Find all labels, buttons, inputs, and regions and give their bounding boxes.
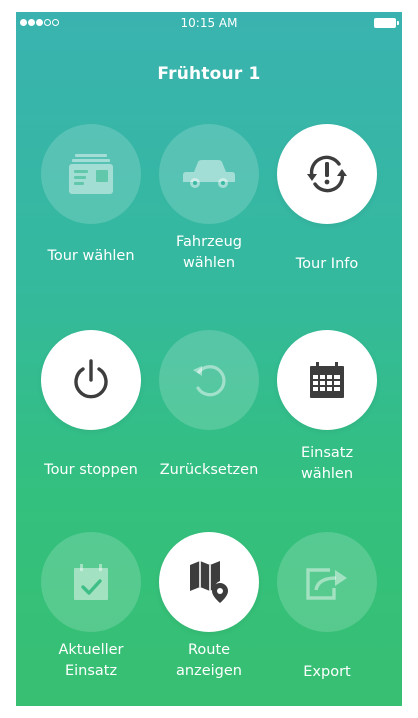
zuruecksetzen-circle[interactable] [159, 330, 259, 430]
calendar-icon [310, 362, 344, 398]
status-time: 10:15 AM [180, 16, 238, 30]
map-pin-icon [190, 561, 228, 603]
aktueller-einsatz-button[interactable]: Aktueller Einsatz [36, 532, 146, 682]
export-icon [306, 568, 347, 600]
page-title: Frühtour 1 [157, 64, 261, 84]
export-circle[interactable] [277, 532, 377, 632]
einsatz-waehlen-label-wrap: Einsatz wählen [272, 443, 382, 485]
fahrzeug-waehlen-circle[interactable] [159, 124, 259, 224]
route-anzeigen-button[interactable]: Route anzeigen [154, 532, 264, 682]
tour-info-icon [307, 155, 347, 193]
zuruecksetzen-button[interactable]: Zurücksetzen [154, 330, 264, 481]
tour-stoppen-label: Tour stoppen [44, 462, 138, 478]
tour-stoppen-button[interactable]: Tour stoppen [36, 330, 146, 481]
export-button[interactable]: Export [272, 532, 382, 683]
tour-info-button[interactable]: Tour Info [272, 124, 382, 275]
status-bar: 10:15 AM [16, 12, 402, 34]
tour-info-circle[interactable] [277, 124, 377, 224]
tour-waehlen-button[interactable]: Tour wählen [36, 124, 146, 267]
aktueller-einsatz-circle[interactable] [41, 532, 141, 632]
power-icon [74, 359, 108, 399]
export-label: Export [303, 664, 351, 680]
tour-info-label: Tour Info [295, 256, 359, 272]
route-anzeigen-circle[interactable] [159, 532, 259, 632]
battery-icon [374, 18, 399, 28]
einsatz-waehlen-circle[interactable] [277, 330, 377, 430]
tour-waehlen-label: Tour wählen [47, 248, 135, 264]
reset-icon [193, 365, 226, 397]
einsatz-waehlen-caption: Einsatz wählen [300, 445, 354, 482]
calendar-check-icon [74, 564, 108, 600]
einsatz-waehlen-button[interactable]: Einsatz wählen [272, 330, 382, 458]
tour-card-icon [69, 154, 113, 194]
tour-waehlen-circle[interactable] [41, 124, 141, 224]
fahrzeug-waehlen-label: Fahrzeug wählen [176, 234, 242, 271]
route-anzeigen-label: Route anzeigen [176, 642, 242, 679]
zuruecksetzen-label: Zurücksetzen [159, 462, 259, 478]
aktueller-einsatz-label: Aktueller Einsatz [58, 642, 124, 679]
fahrzeug-waehlen-button[interactable]: Fahrzeug wählen [154, 124, 264, 274]
app-screen: 10:15 AM Frühtour 1 Tour wählen Fahrzeug… [16, 12, 402, 706]
tour-stoppen-circle[interactable] [41, 330, 141, 430]
car-icon [183, 160, 235, 188]
